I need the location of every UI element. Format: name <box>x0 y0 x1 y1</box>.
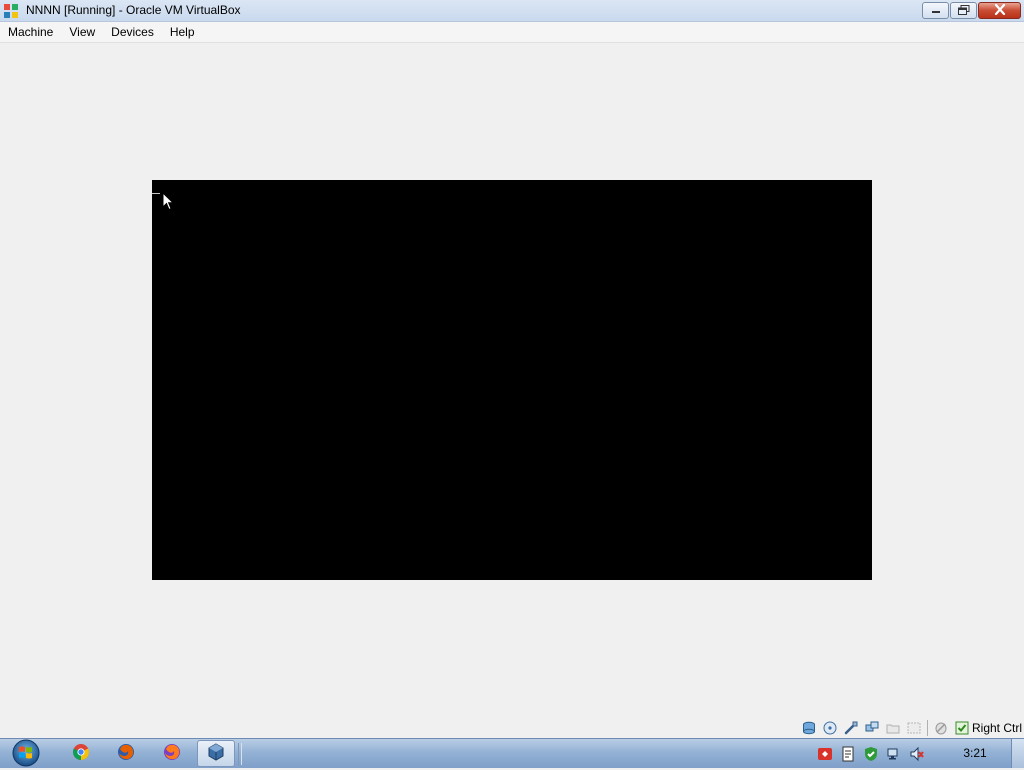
taskbar-app-firefox-2[interactable] <box>153 740 191 767</box>
security-icon[interactable] <box>863 746 879 762</box>
firefox-icon <box>117 743 135 764</box>
text-cursor <box>152 193 160 194</box>
close-icon <box>994 3 1006 18</box>
display-icon[interactable] <box>906 720 922 736</box>
taskbar: 3:21 <box>0 738 1024 768</box>
restore-button[interactable] <box>950 2 977 19</box>
shared-folders-icon[interactable] <box>885 720 901 736</box>
vm-display[interactable] <box>152 180 872 580</box>
menu-view[interactable]: View <box>61 22 103 42</box>
taskbar-app-chrome[interactable] <box>62 740 100 767</box>
menu-machine[interactable]: Machine <box>0 22 61 42</box>
taskbar-divider <box>238 743 242 765</box>
chrome-icon <box>72 743 90 764</box>
network-tray-icon[interactable] <box>886 746 902 762</box>
menu-bar: Machine View Devices Help <box>0 22 1024 43</box>
mouse-pointer-icon <box>162 191 175 214</box>
taskbar-app-firefox[interactable] <box>107 740 145 767</box>
volume-muted-icon[interactable] <box>909 746 925 762</box>
taskbar-clock[interactable]: 3:21 <box>958 746 992 760</box>
status-bar: Right Ctrl <box>0 717 1024 738</box>
host-key-label: Right Ctrl <box>971 721 1022 735</box>
taskbar-app-virtualbox[interactable] <box>197 740 235 767</box>
usb-icon[interactable] <box>843 720 859 736</box>
windows-start-icon <box>9 739 43 770</box>
virtualbox-window: NNNN [Running] - Oracle VM VirtualBox Ma… <box>0 0 1024 738</box>
notification-area <box>817 739 932 768</box>
virtualbox-icon <box>207 743 225 764</box>
window-title: NNNN [Running] - Oracle VM VirtualBox <box>26 3 241 17</box>
virtualbox-app-icon <box>3 3 19 19</box>
show-desktop-button[interactable] <box>1011 739 1024 768</box>
menu-devices[interactable]: Devices <box>103 22 162 42</box>
start-button[interactable] <box>8 739 44 770</box>
minimize-button[interactable] <box>922 2 949 19</box>
network-icon[interactable] <box>864 720 880 736</box>
optical-drive-icon[interactable] <box>822 720 838 736</box>
document-icon[interactable] <box>840 746 856 762</box>
menu-help[interactable]: Help <box>162 22 203 42</box>
close-button[interactable] <box>978 2 1021 19</box>
status-separator <box>926 720 928 736</box>
mouse-integration-icon[interactable] <box>933 720 949 736</box>
firefox-icon <box>163 743 181 764</box>
hard-disk-icon[interactable] <box>801 720 817 736</box>
title-bar[interactable]: NNNN [Running] - Oracle VM VirtualBox <box>0 0 1024 22</box>
restore-icon <box>957 4 970 18</box>
minimize-icon <box>931 4 941 18</box>
keyboard-capture-icon[interactable] <box>954 720 970 736</box>
red-alert-icon[interactable] <box>817 746 833 762</box>
